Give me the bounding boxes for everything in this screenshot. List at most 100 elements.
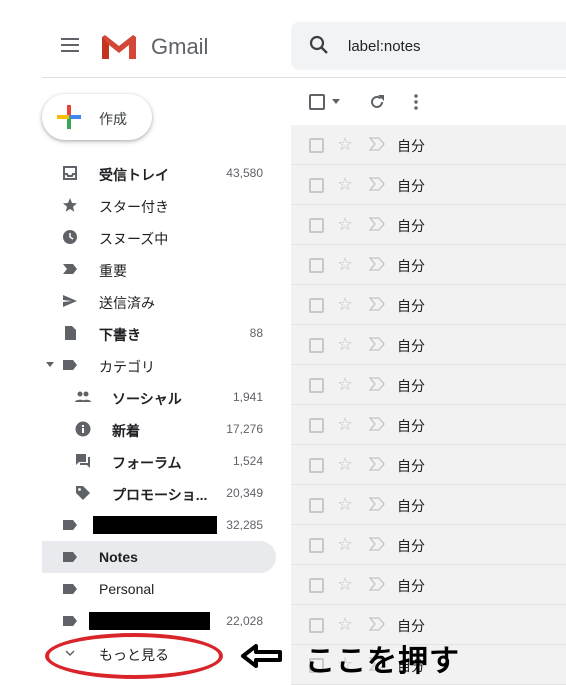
caret-down-icon[interactable] (46, 362, 54, 367)
sender: 自分 (397, 138, 425, 154)
row-checkbox[interactable] (309, 458, 324, 473)
select-dropdown-icon[interactable] (332, 99, 340, 104)
sidebar-item[interactable]: 32,285 (42, 509, 276, 541)
message-row[interactable]: ☆ 自分 (291, 165, 566, 205)
annotation-text: ここを押す (305, 645, 460, 678)
row-checkbox[interactable] (309, 618, 324, 633)
sidebar-item-label: Notes (99, 549, 138, 565)
important-marker-icon[interactable] (369, 257, 385, 271)
important-marker-icon[interactable] (369, 297, 385, 311)
row-checkbox[interactable] (309, 418, 324, 433)
sidebar-item[interactable]: 受信トレイ 43,580 (42, 157, 276, 189)
sidebar-item-label: 下書き (99, 327, 141, 343)
star-icon[interactable]: ☆ (337, 574, 353, 595)
sidebar-item[interactable]: プロモーショ... 20,349 (42, 477, 276, 509)
star-icon[interactable]: ☆ (337, 534, 353, 555)
important-marker-icon[interactable] (369, 137, 385, 151)
row-checkbox[interactable] (309, 538, 324, 553)
star-icon[interactable]: ☆ (337, 334, 353, 355)
important-marker-icon[interactable] (369, 417, 385, 431)
message-row[interactable]: ☆ 自分 (291, 405, 566, 445)
search-bar[interactable]: label:notes (291, 22, 566, 70)
star-icon[interactable]: ☆ (337, 414, 353, 435)
sidebar-item-count: 20,349 (226, 486, 263, 500)
important-marker-icon[interactable] (369, 457, 385, 471)
sidebar-item-count: 1,524 (232, 454, 263, 468)
more-options-icon[interactable] (414, 94, 418, 110)
important-marker-icon[interactable] (369, 177, 385, 191)
row-checkbox[interactable] (309, 218, 324, 233)
important-marker-icon[interactable] (369, 617, 385, 631)
sidebar-item[interactable]: カテゴリ (42, 349, 276, 381)
sender: 自分 (397, 218, 425, 234)
row-checkbox[interactable] (309, 138, 324, 153)
sidebar-item[interactable]: 送信済み (42, 285, 276, 317)
sidebar-item[interactable]: 下書き 88 (42, 317, 276, 349)
star-icon[interactable]: ☆ (337, 374, 353, 395)
sender: 自分 (397, 578, 425, 594)
star-icon[interactable]: ☆ (337, 134, 353, 155)
sidebar-item[interactable]: フォーラム 1,524 (42, 445, 276, 477)
sidebar-item[interactable]: Personal (42, 573, 276, 605)
important-marker-icon[interactable] (369, 217, 385, 231)
row-checkbox[interactable] (309, 298, 324, 313)
sidebar-item[interactable]: 22,028 (42, 605, 276, 637)
message-row[interactable]: ☆ 自分 (291, 245, 566, 285)
important-marker-icon[interactable] (369, 337, 385, 351)
sidebar-item[interactable]: 重要 (42, 253, 276, 285)
star-icon[interactable]: ☆ (337, 494, 353, 515)
plus-icon (57, 105, 81, 129)
important-marker-icon[interactable] (369, 497, 385, 511)
sidebar-item-label: スヌーズ中 (99, 231, 169, 247)
star-icon[interactable]: ☆ (337, 254, 353, 275)
compose-button[interactable]: 作成 (42, 94, 152, 140)
row-checkbox[interactable] (309, 258, 324, 273)
message-row[interactable]: ☆ 自分 (291, 565, 566, 605)
row-checkbox[interactable] (309, 578, 324, 593)
row-checkbox[interactable] (309, 498, 324, 513)
sidebar-item-count: 43,580 (226, 166, 263, 180)
forum-icon (76, 454, 90, 468)
important-marker-icon[interactable] (369, 537, 385, 551)
star-icon[interactable]: ☆ (337, 174, 353, 195)
message-row[interactable]: ☆ 自分 (291, 525, 566, 565)
star-icon[interactable]: ☆ (337, 214, 353, 235)
message-row[interactable]: ☆ 自分 (291, 365, 566, 405)
refresh-icon[interactable] (369, 94, 385, 110)
sidebar-item-label: プロモーショ... (112, 487, 208, 503)
star-icon[interactable]: ☆ (337, 614, 353, 635)
clock-icon (63, 230, 77, 244)
sidebar-item[interactable]: スヌーズ中 (42, 221, 276, 253)
important-marker-icon[interactable] (369, 577, 385, 591)
search-input[interactable]: label:notes (348, 38, 421, 55)
message-row[interactable]: ☆ 自分 (291, 205, 566, 245)
message-row[interactable]: ☆ 自分 (291, 325, 566, 365)
sidebar-item[interactable]: Notes (42, 541, 276, 573)
message-row[interactable]: ☆ 自分 (291, 285, 566, 325)
row-checkbox[interactable] (309, 178, 324, 193)
sidebar-nav: 受信トレイ 43,580 スター付きスヌーズ中重要送信済み下書き 88 カテゴリ ソーシャ… (42, 157, 276, 669)
search-icon[interactable] (309, 35, 329, 55)
sender: 自分 (397, 378, 425, 394)
star-icon[interactable]: ☆ (337, 454, 353, 475)
main-menu-button[interactable] (61, 38, 79, 52)
sidebar-item-label: 送信済み (99, 295, 155, 311)
redacted-label (89, 612, 210, 630)
sidebar-item-label: Personal (99, 581, 155, 597)
sidebar-item[interactable]: ソーシャル 1,941 (42, 381, 276, 413)
sidebar-item[interactable]: 新着 17,276 (42, 413, 276, 445)
label-icon (63, 584, 77, 594)
star-icon (63, 198, 77, 212)
message-row[interactable]: ☆ 自分 (291, 445, 566, 485)
important-marker-icon[interactable] (369, 377, 385, 391)
draft-icon (65, 326, 76, 340)
label-icon (63, 520, 77, 530)
select-all-checkbox[interactable] (309, 94, 325, 110)
message-row[interactable]: ☆ 自分 (291, 125, 566, 165)
message-row[interactable]: ☆ 自分 (291, 485, 566, 525)
row-checkbox[interactable] (309, 338, 324, 353)
row-checkbox[interactable] (309, 378, 324, 393)
star-icon[interactable]: ☆ (337, 294, 353, 315)
sidebar-item[interactable]: スター付き (42, 189, 276, 221)
gmail-logo[interactable] (100, 33, 138, 61)
